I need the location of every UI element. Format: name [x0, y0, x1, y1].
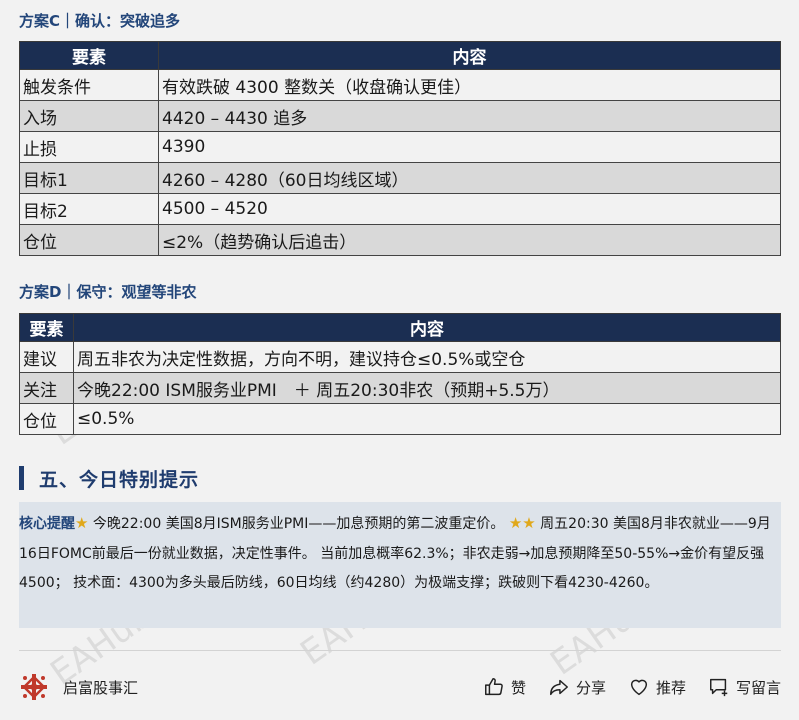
- column-header: 内容: [73, 313, 781, 342]
- row-key: 目标1: [19, 162, 159, 194]
- heart-icon: [630, 679, 648, 696]
- comment-label: 写留言: [735, 678, 781, 697]
- like-label: 赞: [510, 678, 526, 697]
- table-row: 触发条件 有效跌破 4300 整数关（收盘确认更佳）: [19, 69, 781, 101]
- row-key: 建议: [19, 341, 74, 373]
- star-icon: ★: [75, 514, 89, 532]
- column-header: 内容: [158, 41, 781, 70]
- star-icon: ★: [508, 514, 523, 532]
- row-value: 4260 – 4280（60日均线区域）: [158, 162, 781, 194]
- share-label: 分享: [575, 678, 606, 697]
- account-name[interactable]: 启富股事汇: [63, 677, 138, 698]
- row-value: 今晚22:00 ISM服务业PMI ＋ 周五20:30非农（预期+5.5万）: [73, 372, 781, 404]
- row-value: ≤2%（趋势确认后追击）: [158, 224, 781, 256]
- row-value: 4390: [158, 131, 781, 163]
- row-key: 入场: [19, 100, 159, 132]
- thumbs-up-icon: [484, 678, 503, 696]
- recommend-label: 推荐: [655, 678, 686, 697]
- section-heading: 五、今日特别提示: [19, 464, 199, 492]
- table-row: 仓位 ≤2%（趋势确认后追击）: [19, 224, 781, 256]
- row-key: 触发条件: [19, 69, 159, 101]
- share-button[interactable]: 分享: [548, 676, 606, 698]
- recommend-button[interactable]: 推荐: [628, 676, 686, 698]
- table-row: 目标1 4260 – 4280（60日均线区域）: [19, 162, 781, 194]
- star-icon: ★: [522, 514, 536, 532]
- table-row: 关注 今晚22:00 ISM服务业PMI ＋ 周五20:30非农（预期+5.5万…: [19, 372, 781, 404]
- table-row: 建议 周五非农为决定性数据，方向不明，建议持仓≤0.5%或空仓: [19, 341, 781, 373]
- divider: [19, 650, 781, 651]
- table-header-row: 要素 内容: [19, 41, 781, 70]
- row-key: 目标2: [19, 193, 159, 225]
- row-key: 止损: [19, 131, 159, 163]
- plan-c-table: 要素 内容 触发条件 有效跌破 4300 整数关（收盘确认更佳） 入场 4420…: [19, 41, 781, 256]
- core-reminder-box: 核心提醒★ 今晚22:00 美国8月ISM服务业PMI——加息预期的第二波重定价…: [19, 502, 781, 628]
- core-reminder-label: 核心提醒: [19, 516, 75, 532]
- table-row: 止损 4390: [19, 131, 781, 163]
- footer-actions: 赞 分享 推荐 写留言: [461, 676, 781, 698]
- table-row: 入场 4420 – 4430 追多: [19, 100, 781, 132]
- plan-d-table: 要素 内容 建议 周五非农为决定性数据，方向不明，建议持仓≤0.5%或空仓 关注…: [19, 313, 781, 435]
- share-icon: [549, 679, 568, 696]
- like-button[interactable]: 赞: [483, 676, 526, 698]
- comment-button[interactable]: 写留言: [708, 676, 781, 698]
- account-logo-icon[interactable]: [19, 672, 49, 702]
- row-key: 关注: [19, 372, 74, 404]
- reminder-text: 今晚22:00 美国8月ISM服务业PMI——加息预期的第二波重定价。: [88, 516, 509, 532]
- table-header-row: 要素 内容: [19, 313, 781, 342]
- table-row: 仓位 ≤0.5%: [19, 403, 781, 435]
- column-header: 要素: [19, 41, 159, 70]
- row-key: 仓位: [19, 224, 159, 256]
- section-heading-text: 五、今日特别提示: [39, 468, 200, 491]
- row-value: 4420 – 4430 追多: [158, 100, 781, 132]
- plan-d-title: 方案D｜保守：观望等非农: [19, 283, 197, 301]
- row-value: 周五非农为决定性数据，方向不明，建议持仓≤0.5%或空仓: [73, 341, 781, 373]
- row-key: 仓位: [19, 403, 74, 435]
- row-value: ≤0.5%: [73, 403, 781, 435]
- column-header: 要素: [19, 313, 74, 342]
- plan-c-title: 方案C｜确认：突破追多: [19, 12, 181, 30]
- article-footer: 启富股事汇 赞 分享 推荐 写留言: [19, 670, 781, 704]
- row-value: 有效跌破 4300 整数关（收盘确认更佳）: [158, 69, 781, 101]
- comment-icon: [710, 678, 728, 697]
- table-row: 目标2 4500 – 4520: [19, 193, 781, 225]
- heading-accent-bar: [19, 466, 24, 490]
- row-value: 4500 – 4520: [158, 193, 781, 225]
